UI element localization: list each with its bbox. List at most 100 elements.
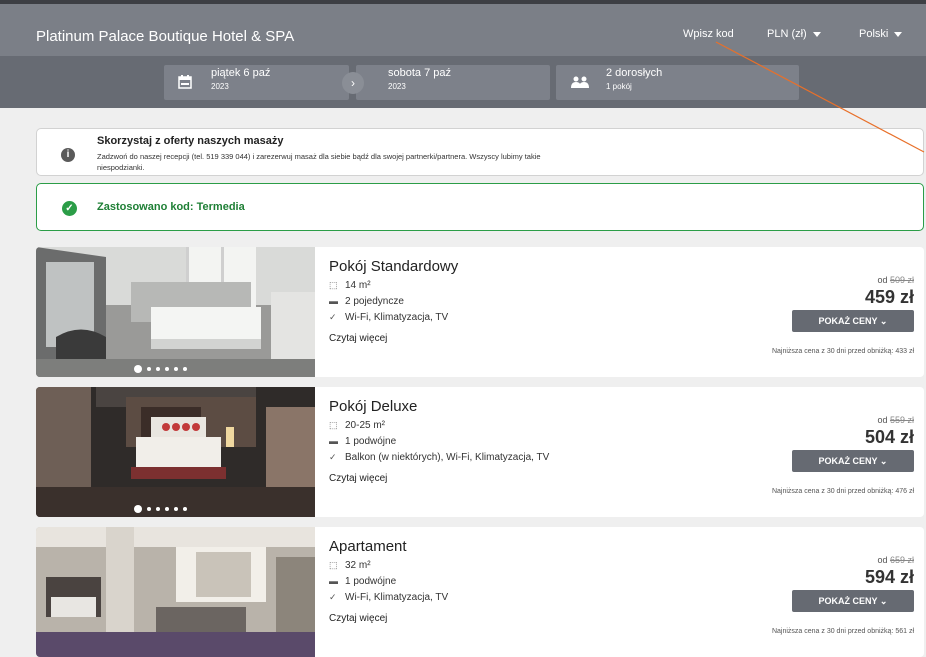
room-beds-value: 1 podwójne bbox=[345, 576, 397, 587]
old-price: 509 zł bbox=[889, 275, 914, 285]
check-icon: ✓ bbox=[329, 312, 337, 322]
language-label: Polski bbox=[859, 28, 889, 40]
room-amenities-value: Wi-Fi, Klimatyzacja, TV bbox=[345, 312, 449, 323]
read-more-link[interactable]: Czytaj więcej bbox=[329, 613, 387, 624]
hotel-name[interactable]: Platinum Palace Boutique Hotel & SPA bbox=[36, 28, 294, 45]
room-beds: ▬ 1 podwójne bbox=[329, 436, 396, 447]
room-beds-value: 2 pojedyncze bbox=[345, 296, 404, 307]
read-more-link[interactable]: Czytaj więcej bbox=[329, 473, 387, 484]
show-prices-button[interactable]: POKAŻ CENY ⌄ bbox=[792, 310, 914, 332]
room-size: ⬚ 14 m² bbox=[329, 280, 371, 291]
checkin-date[interactable]: piątek 6 paź 2023 bbox=[164, 65, 349, 100]
language-selector[interactable]: Polski bbox=[859, 28, 903, 40]
code-applied-banner: ✓ Zastosowano kod: Termedia bbox=[36, 183, 924, 231]
room-name[interactable]: Pokój Standardowy bbox=[329, 258, 458, 275]
old-price: 659 zł bbox=[889, 555, 914, 565]
room-size-value: 32 m² bbox=[345, 560, 371, 571]
carousel-dot[interactable] bbox=[134, 364, 142, 373]
top-bar: Platinum Palace Boutique Hotel & SPA Wpi… bbox=[0, 0, 926, 56]
room-photo[interactable] bbox=[36, 247, 315, 377]
lowest-price-note: Najniższa cena z 30 dni przed obniżką: 4… bbox=[771, 348, 914, 355]
bed-icon: ▬ bbox=[329, 436, 338, 446]
carousel-dot[interactable] bbox=[174, 506, 178, 511]
enter-code-link[interactable]: Wpisz kod bbox=[683, 28, 734, 40]
area-icon: ⬚ bbox=[329, 280, 338, 290]
show-prices-label: POKAŻ CENY bbox=[818, 456, 878, 466]
room-size: ⬚ 32 m² bbox=[329, 560, 371, 571]
room-size-value: 20-25 m² bbox=[345, 420, 386, 431]
room-beds-value: 1 podwójne bbox=[345, 436, 397, 447]
chevron-down-icon: ⌄ bbox=[879, 596, 888, 606]
people-icon bbox=[571, 76, 589, 88]
room-beds: ▬ 2 pojedyncze bbox=[329, 296, 404, 307]
room-amenities-value: Wi-Fi, Klimatyzacja, TV bbox=[345, 592, 449, 603]
room-size-value: 14 m² bbox=[345, 280, 371, 291]
chevron-down-icon bbox=[894, 31, 903, 37]
photo-carousel-dots[interactable] bbox=[134, 360, 192, 377]
guests-selector[interactable]: 2 dorosłych 1 pokój bbox=[556, 65, 799, 100]
checkin-day: piątek 6 paź bbox=[211, 67, 271, 79]
room-card: Pokój Deluxe ⬚ 20-25 m² ▬ 1 podwójne ✓ Balk… bbox=[36, 387, 924, 517]
lowest-price-note: Najniższa cena z 30 dni przed obniżką: 4… bbox=[771, 488, 914, 495]
carousel-dot[interactable] bbox=[165, 366, 169, 371]
carousel-dot[interactable] bbox=[174, 366, 178, 371]
read-more-link[interactable]: Czytaj więcej bbox=[329, 333, 387, 344]
chevron-down-icon: ⌄ bbox=[879, 456, 888, 466]
room-beds: ▬ 1 podwójne bbox=[329, 576, 396, 587]
next-arrow-icon[interactable]: › bbox=[342, 72, 364, 94]
carousel-dot[interactable] bbox=[134, 504, 142, 513]
guests-count: 2 dorosłych bbox=[606, 67, 663, 79]
carousel-dot[interactable] bbox=[147, 366, 151, 371]
carousel-dot[interactable] bbox=[183, 366, 187, 371]
check-icon: ✓ bbox=[329, 452, 337, 462]
check-circle-icon: ✓ bbox=[62, 201, 77, 216]
offer-title: Skorzystaj z oferty naszych masaży bbox=[97, 135, 284, 147]
area-icon: ⬚ bbox=[329, 560, 338, 570]
chevron-down-icon bbox=[812, 31, 821, 37]
price-from: od 559 zł bbox=[877, 415, 914, 425]
carousel-dot[interactable] bbox=[156, 506, 160, 511]
room-name[interactable]: Apartament bbox=[329, 538, 407, 555]
area-icon: ⬚ bbox=[329, 420, 338, 430]
carousel-dot[interactable] bbox=[147, 506, 151, 511]
checkin-year: 2023 bbox=[211, 82, 229, 91]
bed-icon: ▬ bbox=[329, 296, 338, 306]
from-label: od bbox=[877, 415, 888, 425]
checkout-date[interactable]: sobota 7 paź 2023 bbox=[356, 65, 550, 100]
rooms-count: 1 pokój bbox=[606, 82, 632, 91]
from-label: od bbox=[877, 555, 888, 565]
room-amenities: ✓ Wi-Fi, Klimatyzacja, TV bbox=[329, 592, 448, 603]
room-size: ⬚ 20-25 m² bbox=[329, 420, 385, 431]
photo-carousel-dots[interactable] bbox=[134, 500, 192, 517]
check-icon: ✓ bbox=[329, 592, 337, 602]
checkout-year: 2023 bbox=[388, 82, 406, 91]
room-photo[interactable] bbox=[36, 527, 315, 657]
show-prices-label: POKAŻ CENY bbox=[818, 596, 878, 606]
price-from: od 509 zł bbox=[877, 275, 914, 285]
currency-selector[interactable]: PLN (zł) bbox=[767, 28, 821, 40]
offer-text: Zadzwoń do naszej recepcji (tel. 519 339… bbox=[97, 152, 541, 172]
lowest-price-note: Najniższa cena z 30 dni przed obniżką: 5… bbox=[771, 628, 914, 635]
current-price: 594 zł bbox=[864, 567, 914, 587]
show-prices-button[interactable]: POKAŻ CENY ⌄ bbox=[792, 450, 914, 472]
carousel-dot[interactable] bbox=[165, 506, 169, 511]
code-applied-text: Zastosowano kod: Termedia bbox=[97, 201, 245, 213]
price-from: od 659 zł bbox=[877, 555, 914, 565]
chevron-down-icon: ⌄ bbox=[879, 316, 888, 326]
show-prices-button[interactable]: POKAŻ CENY ⌄ bbox=[792, 590, 914, 612]
room-photo[interactable] bbox=[36, 387, 315, 517]
room-amenities: ✓ Balkon (w niektórych), Wi-Fi, Klimatyza… bbox=[329, 452, 549, 463]
currency-label: PLN (zł) bbox=[767, 28, 807, 40]
room-amenities-value: Balkon (w niektórych), Wi-Fi, Klimatyzac… bbox=[345, 452, 550, 463]
carousel-dot[interactable] bbox=[156, 366, 160, 371]
massage-offer-banner: i Skorzystaj z oferty naszych masaży Zad… bbox=[36, 128, 924, 176]
current-price: 504 zł bbox=[864, 427, 914, 447]
info-icon: i bbox=[61, 148, 75, 162]
old-price: 559 zł bbox=[889, 415, 914, 425]
carousel-dot[interactable] bbox=[183, 506, 187, 511]
checkout-day: sobota 7 paź bbox=[388, 67, 451, 79]
search-bar: piątek 6 paź 2023 sobota 7 paź 2023 2 do… bbox=[0, 56, 926, 108]
room-name[interactable]: Pokój Deluxe bbox=[329, 398, 417, 415]
calendar-icon bbox=[178, 75, 192, 89]
from-label: od bbox=[877, 275, 888, 285]
